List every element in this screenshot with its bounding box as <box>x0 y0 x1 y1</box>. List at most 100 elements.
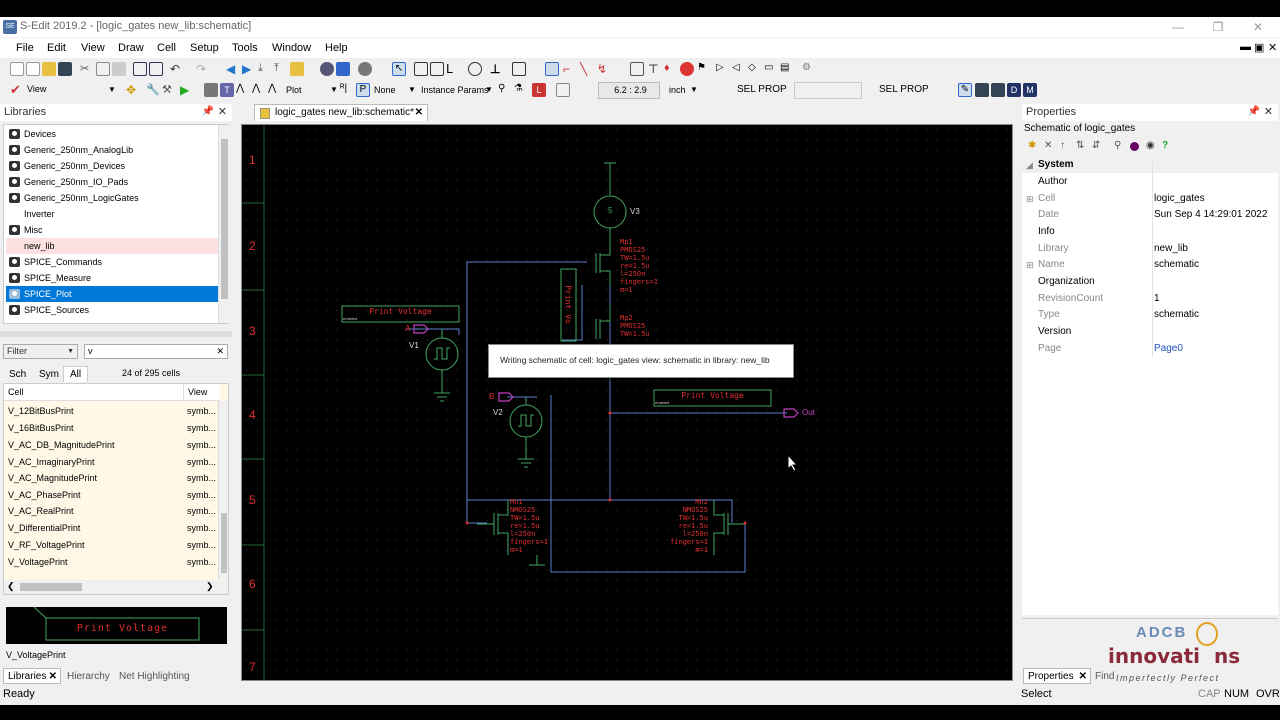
scroll-right-icon[interactable]: ❯ <box>206 581 214 592</box>
paste-icon[interactable] <box>112 62 126 76</box>
library-item-selected[interactable]: SPICE_Plot <box>6 286 218 302</box>
menu-view[interactable]: View <box>81 42 105 54</box>
library-scroll-thumb[interactable] <box>221 139 228 299</box>
table-row[interactable]: V_AC_ImaginaryPrint symb... <box>4 454 228 470</box>
instance-params-select[interactable]: Instance Params <box>421 85 489 95</box>
connector-5-icon[interactable]: ▤ <box>780 62 794 76</box>
move-up-icon[interactable]: ↑ <box>1060 140 1065 151</box>
panel-splitter[interactable] <box>0 331 232 337</box>
edit-pencil-icon[interactable]: ✎ <box>958 83 972 97</box>
redo-icon[interactable]: ↷ <box>196 62 210 76</box>
pop-icon[interactable]: ⤒ <box>274 62 288 76</box>
probe-net-icon[interactable]: ⚲ <box>498 83 512 97</box>
bus-tool-icon[interactable]: ⌐ <box>563 62 577 76</box>
document-tab[interactable]: logic_gates new_lib:schematic* ✕ <box>254 104 428 121</box>
table-row[interactable]: V_12BitBusPrint symb... <box>4 403 228 419</box>
circle-icon[interactable] <box>468 62 482 76</box>
sort-alpha-icon[interactable]: ⇵ <box>1092 140 1100 151</box>
run-icon[interactable]: ▶ <box>180 83 194 97</box>
close-panel-icon[interactable]: ✕ <box>218 104 227 120</box>
prop-row-date[interactable]: Date Sun Sep 4 14:29:01 2022 <box>1022 207 1278 223</box>
table-row[interactable]: V_AC_DB_MagnitudePrint symb... <box>4 437 228 453</box>
forward-icon[interactable]: ▶ <box>242 62 256 76</box>
sel-prop-1[interactable]: SEL PROP <box>737 84 787 95</box>
column-header-view[interactable]: View <box>184 384 220 401</box>
prop-row-organization[interactable]: Organization <box>1022 274 1278 290</box>
marker-icon[interactable]: ♦ <box>664 62 678 76</box>
customize-icon[interactable]: ⚙ <box>802 62 816 76</box>
menu-edit[interactable]: Edit <box>47 42 66 54</box>
library-item[interactable]: Generic_250nm_AnalogLib <box>6 142 218 158</box>
menu-cell[interactable]: Cell <box>157 42 176 54</box>
plot-dropdown-icon[interactable]: ▼ <box>330 85 338 94</box>
units-select[interactable]: inch <box>669 85 686 95</box>
label-icon[interactable]: L <box>532 83 546 97</box>
view-tab-sch[interactable]: Sch <box>9 369 26 380</box>
library-item[interactable]: SPICE_Sources <box>6 302 218 318</box>
close-tab-icon[interactable]: ✕ <box>1079 669 1087 685</box>
mdi-restore-button[interactable]: ▣ <box>1254 41 1264 54</box>
open-folder-icon[interactable] <box>42 62 56 76</box>
mdi-close-button[interactable]: ✕ <box>1268 41 1277 54</box>
waveform-2-icon[interactable]: ⋀ <box>252 83 266 97</box>
tab-hierarchy[interactable]: Hierarchy <box>67 669 110 685</box>
scroll-left-icon[interactable]: ❮ <box>7 581 15 592</box>
expand-icon[interactable]: ⊞ <box>1026 257 1034 273</box>
zoom-fit-icon[interactable] <box>149 62 163 76</box>
expand-icon[interactable]: ⊞ <box>1026 191 1034 207</box>
table-row[interactable]: V_DifferentialPrint symb... <box>4 520 228 536</box>
connector-4-icon[interactable]: ▭ <box>764 62 778 76</box>
table-row[interactable]: V_16BitBusPrint symb... <box>4 420 228 436</box>
categorize-icon[interactable]: ✱ <box>1028 140 1036 151</box>
library-item[interactable]: Generic_250nm_LogicGates <box>6 190 218 206</box>
edit-in-place-icon[interactable] <box>290 62 304 76</box>
save-all-icon[interactable] <box>975 83 989 97</box>
menu-tools[interactable]: Tools <box>232 42 258 54</box>
push-icon[interactable]: ⤓ <box>258 62 272 76</box>
waveform-3-icon[interactable]: ⋀ <box>268 83 282 97</box>
library-item[interactable]: Generic_250nm_Devices <box>6 158 218 174</box>
table-row[interactable]: V_AC_RealPrint symb... <box>4 503 228 519</box>
waveform-1-icon[interactable]: ⋀ <box>236 83 250 97</box>
restore-button[interactable]: ❐ <box>1198 18 1238 36</box>
tab-libraries[interactable]: Libraries ✕ <box>3 668 61 684</box>
prop-row-system[interactable]: ◢ System <box>1022 157 1278 173</box>
t-spice-icon[interactable]: T <box>220 83 234 97</box>
mode-dropdown-icon[interactable]: ▼ <box>108 85 116 94</box>
table-row[interactable]: V_RF_VoltagePrint symb... <box>4 537 228 553</box>
pin-icon[interactable]: 📌 <box>1248 104 1260 120</box>
none-select[interactable]: None <box>374 85 396 95</box>
p-toggle-icon[interactable]: P <box>356 83 370 97</box>
ripper-icon[interactable]: ↯ <box>597 62 611 76</box>
probe-icon[interactable] <box>336 62 350 76</box>
collapse-icon[interactable]: ✕ <box>1044 140 1052 151</box>
view-tab-all[interactable]: All <box>63 366 89 382</box>
new-file-icon[interactable] <box>10 62 24 76</box>
mode-select[interactable]: View <box>24 82 118 99</box>
connector-2-icon[interactable]: ◁ <box>732 62 746 76</box>
sort-icon[interactable]: ⇅ <box>1076 140 1084 151</box>
prop-row-info[interactable]: Info <box>1022 224 1278 240</box>
menu-file[interactable]: File <box>16 42 34 54</box>
eye-icon[interactable]: ◉ <box>1146 140 1155 151</box>
rectangle-icon[interactable] <box>414 62 428 76</box>
clear-filter-icon[interactable]: ✕ <box>216 345 224 358</box>
select-arrow-icon[interactable]: ↖ <box>392 62 406 76</box>
close-document-icon[interactable]: ✕ <box>415 105 423 121</box>
prop-row-cell[interactable]: ⊞ Cell logic_gates <box>1022 191 1278 207</box>
prop-row-version[interactable]: Version <box>1022 324 1278 340</box>
sel-prop-2[interactable]: SEL PROP <box>879 84 929 95</box>
library-item[interactable]: SPICE_Commands <box>6 254 218 270</box>
polygon-icon[interactable] <box>430 62 444 76</box>
prop-row-author[interactable]: Author <box>1022 174 1278 190</box>
close-button[interactable]: ✕ <box>1238 18 1278 36</box>
properties-grid-icon[interactable] <box>630 62 644 76</box>
prop-row-library[interactable]: Library new_lib <box>1022 241 1278 257</box>
wire-tool-icon[interactable] <box>545 62 559 76</box>
m-icon[interactable]: M <box>1023 83 1037 97</box>
plot-select[interactable]: Plot <box>286 85 302 95</box>
wrench-icon[interactable]: 🔧 <box>146 83 160 97</box>
instance-params-dropdown-icon[interactable]: ▼ <box>485 85 493 94</box>
menu-window[interactable]: Window <box>272 42 311 54</box>
color-icon[interactable] <box>1130 142 1139 151</box>
